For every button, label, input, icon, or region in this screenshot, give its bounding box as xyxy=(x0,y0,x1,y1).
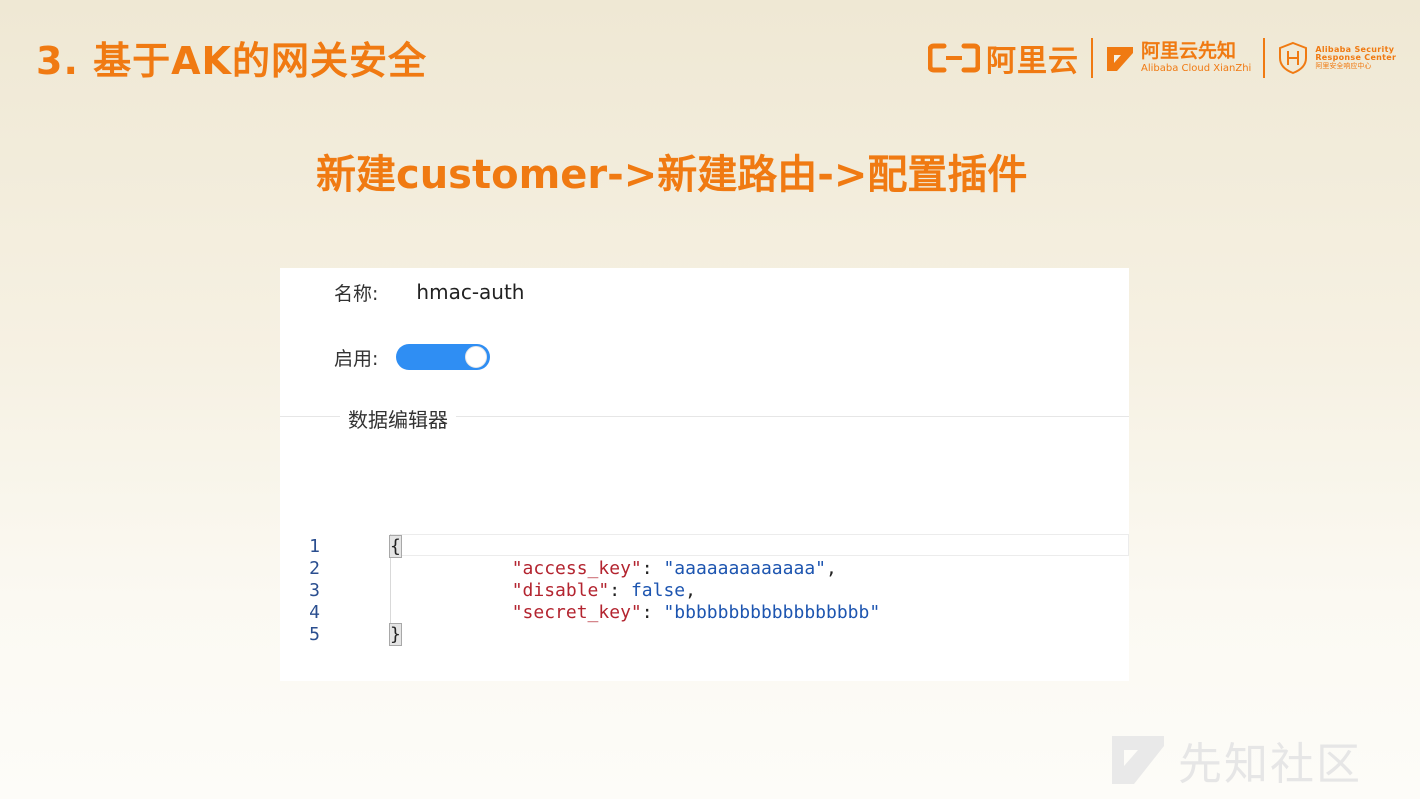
logo-separator xyxy=(1091,38,1093,78)
line-number: 1 xyxy=(309,535,320,557)
xianzhi-logo: 阿里云先知 Alibaba Cloud XianZhi xyxy=(1105,42,1251,74)
aliyun-logo: 阿里云 xyxy=(928,36,1079,80)
asrc-logo-line3: 阿里安全响应中心 xyxy=(1315,61,1372,70)
aliyun-logo-text: 阿里云 xyxy=(986,44,1079,79)
line-number: 5 xyxy=(309,623,320,645)
open-brace: { xyxy=(389,534,402,558)
logo-separator xyxy=(1263,38,1266,78)
enable-label: 启用: xyxy=(334,347,379,370)
editor-line: 5 } xyxy=(280,622,402,646)
json-value: "bbbbbbbbbbbbbbbbbb" xyxy=(663,601,881,623)
header-logos: 阿里云 阿里云先知 Alibaba Cloud XianZhi Alibaba … xyxy=(928,36,1396,80)
slide-title: 3. 基于AK的网关安全 xyxy=(36,39,427,83)
name-label: 名称: xyxy=(334,282,379,305)
plugin-config-panel: 名称: hmac-auth 启用: 数据编辑器 1 { 2 "access_ke… xyxy=(280,268,1129,681)
toggle-knob xyxy=(465,346,488,368)
line-number: 2 xyxy=(309,557,320,579)
shield-icon xyxy=(1279,41,1308,75)
watermark-text: 先知社区 xyxy=(1178,739,1362,790)
plugin-name-value: hmac-auth xyxy=(416,280,525,304)
line-number: 3 xyxy=(309,579,320,601)
json-editor[interactable]: 1 { 2 "access_key": "aaaaaaaaaaaaa", 3 "… xyxy=(280,534,1129,649)
enable-row: 启用: xyxy=(334,343,491,371)
name-row: 名称: hmac-auth xyxy=(334,278,524,306)
xianzhi-logo-en: Alibaba Cloud XianZhi xyxy=(1141,63,1252,74)
asrc-logo: Alibaba Security Response Center 阿里安全响应中… xyxy=(1277,41,1396,75)
line-number: 4 xyxy=(309,601,320,623)
slide-subtitle: 新建customer->新建路由->配置插件 xyxy=(316,152,1028,198)
xianzhi-logo-cn: 阿里云先知 xyxy=(1141,40,1237,62)
editor-line: 1 { xyxy=(280,534,402,558)
editor-line: 3 "disable": false, xyxy=(280,579,696,601)
xianzhi-watermark-icon xyxy=(1112,736,1164,784)
enable-toggle[interactable] xyxy=(396,344,491,370)
close-brace: } xyxy=(389,622,402,646)
data-editor-title: 数据编辑器 xyxy=(340,404,456,433)
watermark: 先知社区 xyxy=(1108,728,1362,792)
editor-line: 2 "access_key": "aaaaaaaaaaaaa", xyxy=(280,557,837,579)
json-key: "secret_key" xyxy=(511,601,642,623)
xianzhi-logo-icon xyxy=(1107,47,1133,71)
editor-line: 4 "secret_key": "bbbbbbbbbbbbbbbbbb" xyxy=(280,601,880,623)
aliyun-logo-icon xyxy=(928,43,980,73)
